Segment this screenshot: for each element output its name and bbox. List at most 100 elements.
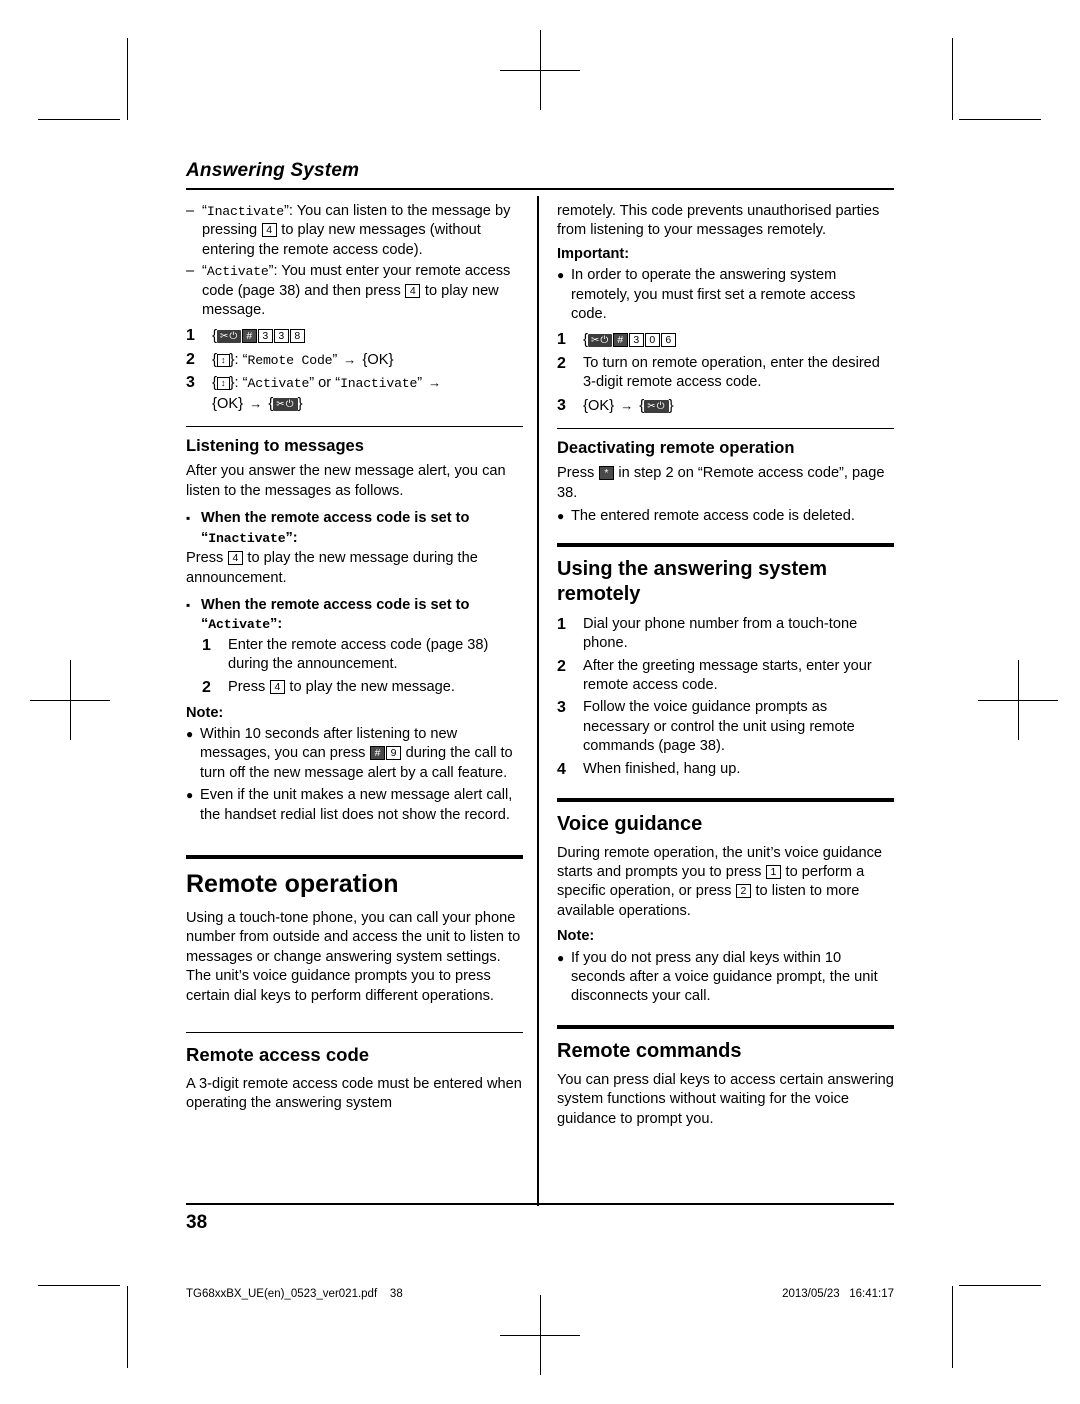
note-label: Note: xyxy=(186,704,224,721)
remote-commands-body: You can press dial keys to access certai… xyxy=(557,1071,894,1127)
navigator-key-icon: ↕ xyxy=(217,353,230,367)
key-2-icon: 2 xyxy=(735,884,751,899)
square-item-inactivate: ▪ When the remote access code is set to … xyxy=(186,509,523,548)
note-bullet: ● If you do not press any dial keys with… xyxy=(557,949,894,1007)
left-column: – “Inactivate”: You can listen to the me… xyxy=(186,202,539,1133)
footer: TG68xxBX_UE(en)_0523_ver021.pdf 38 2013/… xyxy=(186,1288,894,1300)
square-1-body: Press 4 to play the new message during t… xyxy=(186,549,523,588)
footer-rule xyxy=(186,1203,894,1205)
key-9-icon: 9 xyxy=(386,746,402,761)
listening-intro: After you answer the new message alert, … xyxy=(186,463,506,499)
dash-bullet: – xyxy=(186,203,195,219)
navigator-key-icon: ↕ xyxy=(217,377,230,391)
section-divider xyxy=(186,854,523,859)
remote-commands-heading: Remote commands xyxy=(557,1039,742,1062)
column-divider xyxy=(537,196,539,1206)
deactivating-heading: Deactivating remote operation xyxy=(557,439,795,458)
talk-power-key-icon: ✂⏻ xyxy=(644,399,669,413)
square-2-step-1: 1 Enter the remote access code (page 38)… xyxy=(202,636,523,675)
continuation-text: remotely. This code prevents unauthorise… xyxy=(557,203,880,239)
section-divider xyxy=(557,542,894,547)
using-step-1: 1 Dial your phone number from a touch-to… xyxy=(557,615,894,654)
right-column: remotely. This code prevents unauthorise… xyxy=(539,202,894,1133)
step-number: 3 xyxy=(186,374,195,392)
step-number: 1 xyxy=(186,327,195,345)
talk-power-key-icon: ✂⏻ xyxy=(217,330,242,344)
bullet-icon: ● xyxy=(186,788,194,803)
step-number: 1 xyxy=(557,331,566,349)
key-star-icon: * xyxy=(598,466,614,481)
bullet-icon: ● xyxy=(186,726,194,741)
left-step-1: 1 {✂⏻ #3 3 8 xyxy=(186,326,523,346)
divider xyxy=(186,426,523,428)
remote-operation-body: Using a touch-tone phone, you can call y… xyxy=(186,909,521,1004)
key-hash-icon: # xyxy=(370,746,386,761)
square-bullet-icon: ▪ xyxy=(186,511,191,526)
using-step-3: 3 Follow the voice guidance prompts as n… xyxy=(557,698,894,756)
key-4-icon: 4 xyxy=(227,551,243,566)
talk-power-key-icon: ✂⏻ xyxy=(588,334,613,348)
key-hash-icon: # xyxy=(241,329,257,344)
crop-mark-tr-horizontal xyxy=(959,119,1041,120)
step-number: 3 xyxy=(557,396,566,414)
dash-item-activate: – “Activate”: You must enter your remote… xyxy=(186,262,523,320)
step-text-pre: Press xyxy=(228,678,270,695)
step-text: Dial your phone number from a touch-tone… xyxy=(583,615,858,652)
important-bullet-text: In order to operate the answering system… xyxy=(571,267,856,323)
inactivate-option: Inactivate xyxy=(340,376,418,392)
crop-mark-br-horizontal xyxy=(959,1285,1041,1286)
note-label: Note: xyxy=(557,928,595,945)
square-1-pre: Press xyxy=(186,550,228,567)
crop-mark-br-vertical xyxy=(952,1286,953,1368)
divider xyxy=(186,1032,523,1033)
right-step-2: 2 To turn on remote operation, enter the… xyxy=(557,354,894,393)
left-step-2: 2 {↕}: “Remote Code” → {OK} xyxy=(186,350,523,370)
step-number: 2 xyxy=(557,657,566,675)
activate-option: Activate xyxy=(247,376,310,392)
dash-item-inactivate: – “Inactivate”: You can listen to the me… xyxy=(186,202,523,260)
note-bullet-text: If you do not press any dial keys within… xyxy=(571,949,878,1005)
bullet-icon: ● xyxy=(557,268,565,283)
step-text: To turn on remote operation, enter the d… xyxy=(583,354,880,391)
step-number: 4 xyxy=(557,760,566,778)
crop-mark-bl-horizontal xyxy=(38,1285,120,1286)
step-number: 2 xyxy=(202,678,211,696)
square-2-step-2: 2 Press 4 to play the new message. xyxy=(202,678,523,698)
step-number: 3 xyxy=(557,699,566,717)
ok-key-label: OK xyxy=(588,397,610,414)
bullet-icon: ● xyxy=(557,950,565,965)
crop-mark-tl-vertical xyxy=(127,38,128,120)
crop-mark-tr-vertical xyxy=(952,38,953,120)
note-bullet-1: ● Within 10 seconds after listening to n… xyxy=(186,725,523,783)
square-1-quoted: Inactivate xyxy=(208,530,286,546)
key-8-icon: 8 xyxy=(289,329,305,344)
key-1-icon: 1 xyxy=(765,864,781,879)
voice-guidance-body: During remote operation, the unit’s voic… xyxy=(557,844,894,922)
remote-access-code-heading: Remote access code xyxy=(186,1044,370,1065)
right-step-1: 1 {✂⏻ #3 0 6 xyxy=(557,330,894,350)
remote-code-label: Remote Code xyxy=(247,352,333,368)
key-3-icon: 3 xyxy=(257,329,273,344)
step-text: Enter the remote access code (page 38) d… xyxy=(228,636,489,673)
crop-mark-bl-vertical xyxy=(127,1286,128,1368)
two-column-body: – “Inactivate”: You can listen to the me… xyxy=(186,202,894,1133)
ok-key-label: OK xyxy=(367,351,389,368)
remote-operation-heading: Remote operation xyxy=(186,869,399,898)
dash-bullet: – xyxy=(186,263,195,280)
square-2-head: When the remote access code is set to xyxy=(201,596,470,613)
header-rule xyxy=(186,188,894,190)
step-number: 1 xyxy=(202,636,211,654)
key-hash-icon: # xyxy=(612,333,628,348)
square-item-activate: ▪ When the remote access code is set to … xyxy=(186,596,523,635)
note-bullet-2: ● Even if the unit makes a new message a… xyxy=(186,786,523,825)
section-divider xyxy=(557,797,894,802)
ok-key-label: OK xyxy=(217,395,239,412)
step-number: 1 xyxy=(557,615,566,633)
using-step-2: 2 After the greeting message starts, ent… xyxy=(557,657,894,696)
activate-label: Activate xyxy=(206,264,269,280)
deactivating-pre: Press xyxy=(557,465,599,482)
right-step-3: 3 {OK} → {✂⏻} xyxy=(557,396,894,416)
voice-guidance-heading: Voice guidance xyxy=(557,812,703,835)
deactivating-bullet: ● The entered remote access code is dele… xyxy=(557,507,894,526)
or-text: or xyxy=(314,375,336,392)
